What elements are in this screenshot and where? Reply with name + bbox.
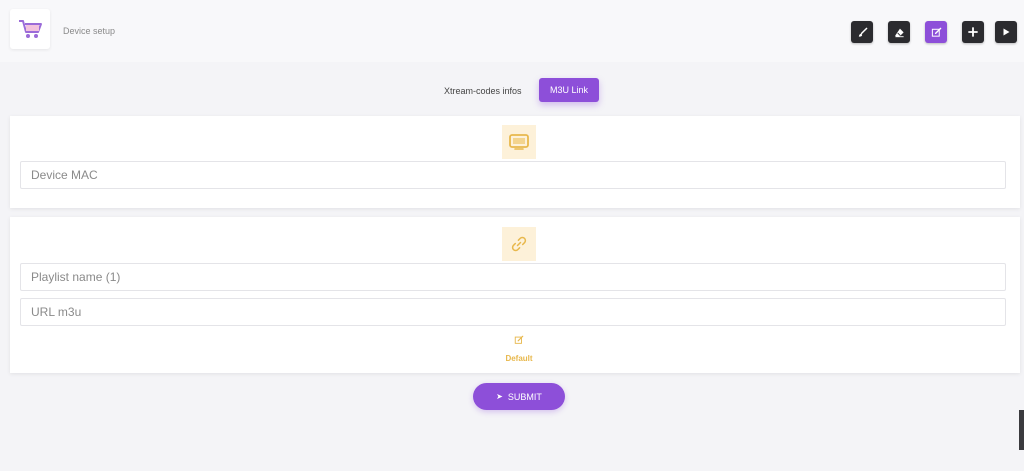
tab-xtream-codes[interactable]: Xtream-codes infos [434,79,532,103]
link-icon [511,236,527,252]
submit-button[interactable]: ➤ SUBMIT [473,383,565,410]
shopping-cart-icon [19,20,42,38]
device-icon-tile [502,125,536,159]
playlist-name-input[interactable] [20,263,1006,291]
monitor-icon [509,134,529,150]
default-label: Default [505,354,533,363]
page-title: Device setup [63,26,116,36]
brush-button[interactable] [851,21,873,43]
eraser-icon [894,28,904,37]
device-card [10,116,1020,208]
brush-icon [858,27,867,37]
top-header: Device setup [0,0,1024,62]
edit-icon [514,335,524,344]
app-frame: Device setup Xtream-codes infos M3U Link… [0,0,1024,471]
edge-handle [1019,410,1024,450]
edit-icon [931,27,941,37]
eraser-button[interactable] [888,21,910,43]
plus-icon [968,27,978,37]
default-toggle[interactable]: Default [490,335,548,366]
send-arrow-icon: ➤ [496,392,503,401]
logo[interactable] [10,9,50,49]
url-m3u-input[interactable] [20,298,1006,326]
add-button[interactable] [962,21,984,43]
play-button[interactable] [995,21,1017,43]
submit-label: SUBMIT [507,391,542,402]
edit-button[interactable] [925,21,947,43]
link-icon-tile [502,227,536,261]
tab-m3u-link[interactable]: M3U Link [539,78,600,102]
device-mac-input[interactable] [20,161,1006,189]
playlist-card: Default [10,217,1020,373]
play-icon [1003,28,1010,36]
